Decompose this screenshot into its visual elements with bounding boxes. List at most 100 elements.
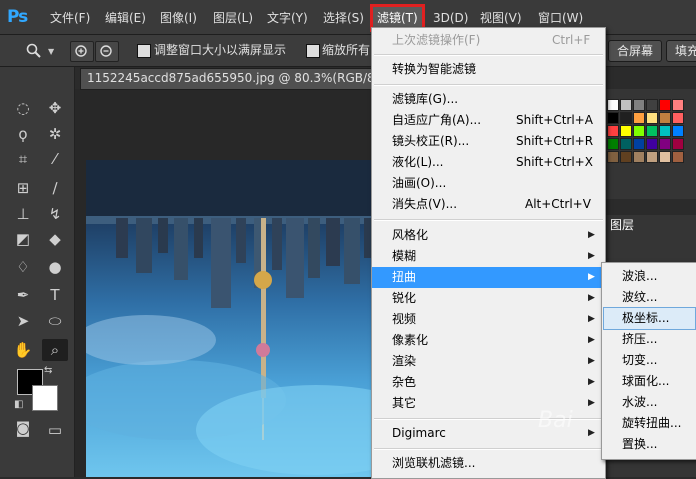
eyedropper-icon[interactable]: ⁄ (42, 148, 68, 170)
healing-brush-icon[interactable]: ⊞ (10, 177, 36, 199)
magic-wand-icon[interactable]: ✲ (42, 123, 68, 145)
quick-mask-icon[interactable]: ◙ (10, 417, 36, 439)
swatch-darkgray[interactable] (646, 99, 658, 111)
submenu-item-shear[interactable]: 切变... (604, 350, 695, 371)
menu-type[interactable]: 文字(Y) (267, 9, 308, 27)
menu-item-convert-smart[interactable]: 转换为智能滤镜 (372, 59, 605, 80)
menu-item-last-filter[interactable]: 上次滤镜操作(F) Ctrl+F (372, 30, 605, 51)
submenu-item-pinch[interactable]: 挤压... (604, 329, 695, 350)
history-brush-icon[interactable]: ↯ (42, 203, 68, 225)
swatch-red[interactable] (659, 99, 671, 111)
fit-screen-button[interactable]: 合屏幕 (608, 40, 663, 62)
submenu-item-spherize[interactable]: 球面化... (604, 371, 695, 392)
menu-item-filter-gallery[interactable]: 滤镜库(G)... (372, 89, 605, 110)
menu-image[interactable]: 图像(I) (160, 9, 197, 27)
swatch-charcoal[interactable] (620, 112, 632, 124)
swap-colors-icon[interactable]: ⇆ (44, 365, 52, 376)
layers-tab[interactable]: 图层 (610, 218, 634, 232)
menu-item-vanishing-point[interactable]: 消失点(V)... Alt+Ctrl+V (372, 194, 605, 215)
chevron-down-icon[interactable]: ▼ (48, 47, 54, 56)
swatch-purple[interactable] (659, 138, 671, 150)
background-color-swatch[interactable] (32, 385, 58, 411)
dodge-tool-icon[interactable]: ● (42, 256, 68, 278)
swatch-salmon[interactable] (672, 112, 684, 124)
resize-window-checkbox[interactable] (137, 44, 151, 58)
swatch-tan[interactable] (659, 112, 671, 124)
swatch-yellow[interactable] (620, 125, 632, 137)
menu-item-oil-paint[interactable]: 油画(O)... (372, 173, 605, 194)
hand-tool-icon[interactable]: ✋ (10, 339, 36, 361)
zoom-out-button[interactable] (95, 41, 119, 62)
menu-item-adaptive-wide-angle[interactable]: 自适应广角(A)... Shift+Ctrl+A (372, 110, 605, 131)
zoom-icon[interactable] (26, 43, 42, 59)
blur-tool-icon[interactable]: ♢ (10, 256, 36, 278)
menu-3d[interactable]: 3D(D) (433, 9, 468, 27)
swatch-blue[interactable] (672, 125, 684, 137)
zoom-all-checkbox[interactable] (306, 44, 320, 58)
swatch-orange[interactable] (633, 112, 645, 124)
swatch-black[interactable] (607, 112, 619, 124)
menu-item-liquify[interactable]: 液化(L)... Shift+Ctrl+X (372, 152, 605, 173)
path-select-icon[interactable]: ➤ (10, 310, 36, 332)
swatch-green[interactable] (646, 125, 658, 137)
screen-mode-icon[interactable]: ▭ (42, 419, 68, 441)
menu-view[interactable]: 视图(V) (480, 9, 522, 27)
swatch-darkteal[interactable] (620, 138, 632, 150)
submenu-item-twirl[interactable]: 旋转扭曲... (604, 413, 695, 434)
lasso-tool-icon[interactable]: ϙ (10, 123, 36, 145)
marquee-tool-icon[interactable]: ◌ (10, 97, 36, 119)
submenu-item-displace[interactable]: 置换... (604, 434, 695, 455)
swatch-rust[interactable] (672, 151, 684, 163)
swatch-gray[interactable] (633, 99, 645, 111)
menu-item-render[interactable]: 渲染 ▶ (372, 351, 605, 372)
swatch-darkbrown[interactable] (620, 151, 632, 163)
swatch-lime[interactable] (633, 125, 645, 137)
swatch-navy[interactable] (633, 138, 645, 150)
submenu-item-ripple[interactable]: 波纹... (604, 287, 695, 308)
swatch-peach[interactable] (659, 151, 671, 163)
paint-bucket-icon[interactable]: ◆ (42, 228, 68, 250)
menu-item-sharpen[interactable]: 锐化 ▶ (372, 288, 605, 309)
move-tool-icon[interactable]: ✥ (42, 97, 68, 119)
swatch-beige[interactable] (633, 151, 645, 163)
eraser-icon[interactable]: ◩ (10, 228, 36, 250)
default-colors-icon[interactable]: ◧ (14, 399, 23, 410)
swatch-pink[interactable] (672, 99, 684, 111)
menu-item-lens-correction[interactable]: 镜头校正(R)... Shift+Ctrl+R (372, 131, 605, 152)
swatch-lightyellow[interactable] (646, 112, 658, 124)
submenu-item-zigzag[interactable]: 水波... (604, 392, 695, 413)
menu-item-browse-online[interactable]: 浏览联机滤镜... (372, 453, 605, 474)
swatch-brown[interactable] (607, 151, 619, 163)
swatch-indigo[interactable] (646, 138, 658, 150)
menu-item-blur[interactable]: 模糊 ▶ (372, 246, 605, 267)
swatch-sand[interactable] (646, 151, 658, 163)
crop-tool-icon[interactable]: ⌗ (10, 148, 36, 170)
menu-window[interactable]: 窗口(W) (538, 9, 583, 27)
zoom-tool-icon[interactable]: ⌕ (42, 339, 68, 361)
menu-item-stylize[interactable]: 风格化 ▶ (372, 225, 605, 246)
menu-filter[interactable]: 滤镜(T) (370, 4, 425, 32)
menu-item-pixelate[interactable]: 像素化 ▶ (372, 330, 605, 351)
brush-tool-icon[interactable]: ∕ (42, 177, 68, 199)
swatch-white[interactable] (607, 99, 619, 111)
fill-screen-button[interactable]: 填充 (666, 40, 696, 62)
swatch-red2[interactable] (607, 125, 619, 137)
shape-tool-icon[interactable]: ⬭ (42, 310, 68, 332)
clone-stamp-icon[interactable]: ⊥ (10, 203, 36, 225)
menu-item-video[interactable]: 视频 ▶ (372, 309, 605, 330)
swatch-teal[interactable] (659, 125, 671, 137)
document-image[interactable] (86, 160, 386, 477)
swatch-silver[interactable] (620, 99, 632, 111)
swatch-darkgreen[interactable] (607, 138, 619, 150)
submenu-item-polar-coordinates[interactable]: 极坐标... (603, 307, 696, 330)
zoom-in-button[interactable] (70, 41, 94, 62)
menu-file[interactable]: 文件(F) (50, 9, 90, 27)
menu-edit[interactable]: 编辑(E) (105, 9, 146, 27)
swatch-maroon[interactable] (672, 138, 684, 150)
menu-item-distort[interactable]: 扭曲 ▶ (372, 267, 605, 288)
submenu-item-wave[interactable]: 波浪... (604, 266, 695, 287)
menu-layer[interactable]: 图层(L) (213, 9, 253, 27)
menu-item-noise[interactable]: 杂色 ▶ (372, 372, 605, 393)
pen-tool-icon[interactable]: ✒ (10, 284, 36, 306)
type-tool-icon[interactable]: T (42, 284, 68, 306)
